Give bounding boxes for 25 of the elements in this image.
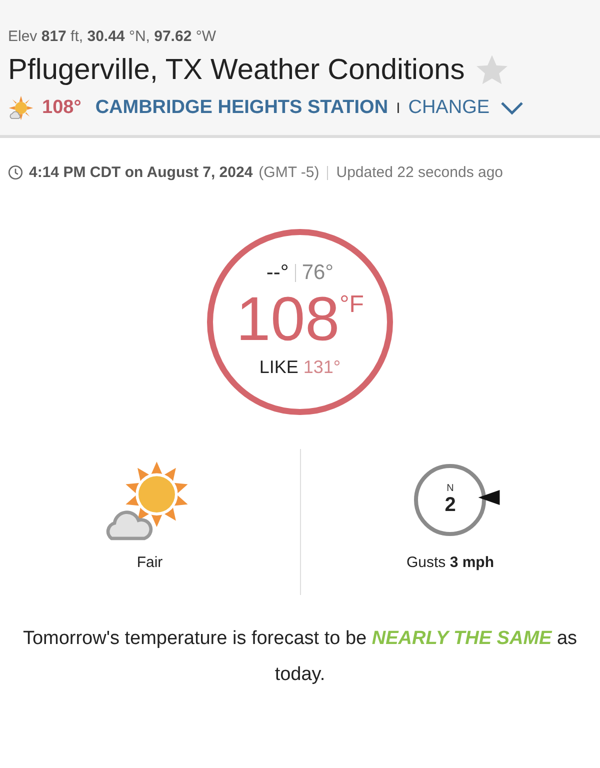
temperature-unit: °F xyxy=(340,292,364,316)
page-title: Pflugerville, TX Weather Conditions xyxy=(8,54,465,86)
wind-speed: 2 xyxy=(444,494,456,517)
station-name[interactable]: CAMBRIDGE HEIGHTS STATION xyxy=(95,97,388,119)
feels-like-value: 131° xyxy=(303,356,341,378)
separator: I xyxy=(396,100,400,116)
feels-like-label: LIKE xyxy=(259,356,298,378)
location-coordinates: Elev 817 ft, 30.44 °N, 97.62 °W xyxy=(8,28,217,45)
forecast-sentence: Tomorrow's temperature is forecast to be NEARLY THE SAME as today. xyxy=(22,627,578,687)
clock-icon xyxy=(8,165,23,180)
observation-time: 4:14 PM CDT on August 7, 2024 xyxy=(29,164,253,181)
condition-label: Fair xyxy=(136,554,163,571)
sun-cloud-icon xyxy=(8,95,34,121)
change-button[interactable]: CHANGE xyxy=(408,97,524,119)
low-temperature: 76° xyxy=(302,260,334,284)
north-label: N xyxy=(446,483,454,494)
wind-gusts: Gusts 3 mph xyxy=(406,554,494,571)
temperature-value: 108 xyxy=(236,288,340,350)
star-icon[interactable] xyxy=(474,53,509,87)
updated-time: Updated 22 seconds ago xyxy=(336,164,504,181)
high-temperature: --° xyxy=(266,260,289,284)
chevron-down-icon xyxy=(500,101,524,115)
wind-direction-icon xyxy=(478,490,500,505)
timezone: (GMT -5) xyxy=(258,164,320,181)
current-temperature: 108° xyxy=(42,97,82,119)
